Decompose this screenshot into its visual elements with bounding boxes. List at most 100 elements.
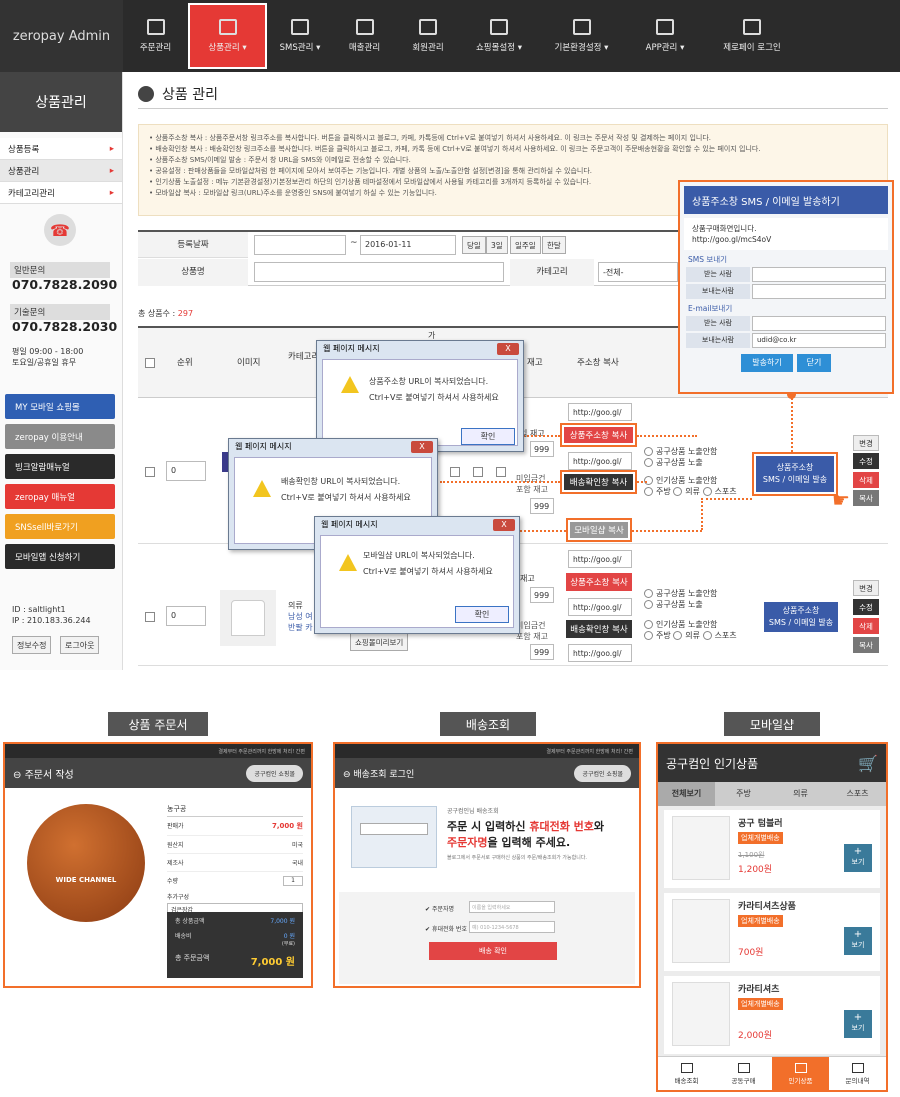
url-field[interactable]: http://goo.gl/ [568,403,632,421]
mobile-tab[interactable]: 스포츠 [829,782,886,806]
mobile-product-card[interactable]: 카라티셔츠상품 업체개별배송 700원 + 보기 [664,893,880,971]
mobile-tab[interactable]: 의류 [772,782,829,806]
nav-item-7[interactable]: APP관리 ▾ [625,0,705,72]
close-icon[interactable]: X [493,519,515,531]
row-option-checkbox[interactable] [473,467,483,477]
stock-input[interactable]: 999 [530,441,554,457]
nav-item-4[interactable]: 회원관리 [396,0,460,72]
sidebar-link-button[interactable]: SNSsell바로가기 [5,514,115,539]
mobile-product-card[interactable]: 카라티셔츠 업체개별배송 2,000원 + 보기 [664,976,880,1054]
row-copy-button[interactable]: 복사 [853,490,879,506]
close-button[interactable]: 닫기 [797,354,831,372]
url-field[interactable]: http://goo.gl/ [568,550,632,568]
cart-icon[interactable]: 🛒 [858,754,878,773]
quick-week-button[interactable]: 일주일 [510,236,541,254]
shop-badge[interactable]: 공구컴인 쇼핑몰 [246,764,303,782]
nav-item-2[interactable]: SMS관리 ▾ [267,0,333,72]
stock-input[interactable]: 999 [530,644,554,660]
sidebar-link-button[interactable]: zeropay 이용안내 [5,424,115,449]
mobile-bottom-tab[interactable]: 문의내역 [829,1057,886,1090]
row-copy-button[interactable]: 복사 [853,637,879,653]
close-icon[interactable]: X [497,343,519,355]
dialog-ok-button[interactable]: 확인 [455,606,509,623]
url-field[interactable]: http://goo.gl/ [568,644,632,662]
nav-item-1[interactable]: 상품관리 ▾ [188,3,267,69]
sidebar-item-product-register[interactable]: 상품등록 ▸ [0,138,122,160]
email-recv-input[interactable] [752,316,886,331]
mobile-bottom-tab[interactable]: 인기상품 [772,1057,829,1090]
email-send-input[interactable]: udid@co.kr [752,333,886,348]
stock-input[interactable]: 999 [530,498,554,514]
mobile-tab[interactable]: 전체보기 [658,782,715,806]
quick-month-button[interactable]: 한달 [542,236,566,254]
select-all-checkbox[interactable] [145,358,155,368]
nav-item-8[interactable]: 제로페이 로그인 [705,0,799,72]
sidebar-link-button[interactable]: 빙크알람매뉴얼 [5,454,115,479]
row-change-button[interactable]: 변경 [853,435,879,451]
logout-button[interactable]: 로그아웃 [60,636,100,654]
copy-mobile-shop-button[interactable]: 모바일샵 복사 [570,522,628,538]
close-icon[interactable]: X [411,441,433,453]
nav-item-0[interactable]: 주문관리 [123,0,188,72]
radio-button[interactable] [644,631,653,640]
view-button[interactable]: + 보기 [844,844,872,872]
copy-shipping-url-button[interactable]: 배송확인창 복사 [564,474,633,490]
radio-button[interactable] [644,487,653,496]
stock-input[interactable]: 999 [530,587,554,603]
send-button[interactable]: 발송하기 [741,354,793,372]
qty-input[interactable]: 1 [283,876,303,886]
radio-button[interactable] [644,458,653,467]
logo[interactable]: zeropay Admin [0,0,123,72]
radio-button[interactable] [644,447,653,456]
preview-shop-button[interactable]: 쇼핑몰미리보기 [350,633,409,651]
sidebar-item-category-manage[interactable]: 카테고리관리 ▸ [0,182,122,204]
copy-shipping-url-button[interactable]: 배송확인창 복사 [566,620,632,638]
send-sms-email-button[interactable]: 상품주소창 SMS / 이메일 발송 [756,456,834,492]
radio-button[interactable] [702,487,712,496]
quick-today-button[interactable]: 당일 [462,236,486,254]
date-to-input[interactable]: 2016-01-11 [360,235,456,255]
row-change-button[interactable]: 변경 [853,580,879,596]
copy-order-url-button[interactable]: 상품주소창 복사 [564,427,633,443]
row-checkbox[interactable] [145,467,155,477]
row-checkbox[interactable] [145,612,155,622]
row-edit-button[interactable]: 수정 [853,599,879,615]
edit-info-button[interactable]: 정보수정 [12,636,52,654]
radio-button[interactable] [644,600,653,609]
name-input[interactable]: 이름을 입력하세요 [469,901,555,913]
rank-input[interactable]: 0 [166,461,206,481]
row-edit-button[interactable]: 수정 [853,453,879,469]
nav-item-3[interactable]: 매출관리 [333,0,396,72]
nav-item-6[interactable]: 기본환경설정 ▾ [538,0,625,72]
dialog-ok-button[interactable]: 확인 [461,428,515,445]
radio-button[interactable] [702,631,712,640]
mobile-bottom-tab[interactable]: 배송조회 [658,1057,715,1090]
radio-button[interactable] [644,620,653,629]
mobile-product-card[interactable]: 공구 텀블러 업체개별배송 1,100원 1,200원 + 보기 [664,810,880,888]
row-delete-button[interactable]: 삭제 [853,618,879,634]
row-delete-button[interactable]: 삭제 [853,472,879,488]
product-name-line1[interactable]: 남성 여 [288,611,313,622]
row-option-checkbox[interactable] [450,467,460,477]
sms-send-input[interactable] [752,284,886,299]
url-field[interactable]: http://goo.gl/ [568,598,632,616]
url-field[interactable]: http://goo.gl/ [568,452,632,470]
sidebar-link-button[interactable]: MY 모바일 쇼핑몰 [5,394,115,419]
copy-order-url-button[interactable]: 상품주소창 복사 [566,573,632,591]
category-select[interactable]: -전체- [598,262,678,282]
send-sms-email-button[interactable]: 상품주소창 SMS / 이메일 발송 [764,602,838,632]
row-option-checkbox[interactable] [496,467,506,477]
quick-3day-button[interactable]: 3일 [486,236,508,254]
rank-input[interactable]: 0 [166,606,206,626]
view-button[interactable]: + 보기 [844,927,872,955]
nav-item-5[interactable]: 쇼핑몰설정 ▾ [460,0,538,72]
ship-confirm-button[interactable]: 배송 확인 [429,942,557,960]
product-name-input[interactable] [254,262,504,282]
product-name-line2[interactable]: 반팔 카 [288,622,313,633]
sidebar-link-button[interactable]: zeropay 매뉴얼 [5,484,115,509]
date-from-input[interactable] [254,235,346,255]
sms-recv-input[interactable] [752,267,886,282]
radio-button[interactable] [673,487,683,496]
radio-button[interactable] [673,631,683,640]
mobile-tab[interactable]: 주방 [715,782,772,806]
